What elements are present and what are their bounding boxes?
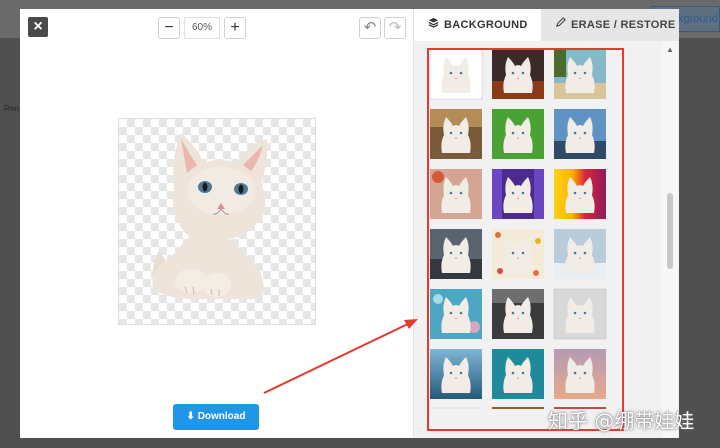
- scroll-thumb[interactable]: [667, 193, 673, 269]
- image-canvas[interactable]: [118, 118, 316, 325]
- page-side-text: Ren: [4, 104, 20, 113]
- redo-button[interactable]: ↷: [384, 17, 406, 39]
- layers-icon: [428, 9, 439, 41]
- zoom-out-button[interactable]: −: [158, 17, 180, 39]
- undo-button[interactable]: ↶: [359, 17, 381, 39]
- panel-scrollbar[interactable]: ▲: [662, 41, 678, 438]
- tab-background[interactable]: BACKGROUND: [414, 9, 541, 41]
- close-button[interactable]: ×: [28, 17, 48, 37]
- highlight-box: [427, 48, 624, 431]
- watermark-text: 知乎 @绷带娃娃: [548, 409, 695, 433]
- download-button[interactable]: ⬇ Download: [173, 404, 259, 430]
- download-icon: ⬇: [186, 411, 198, 422]
- zoom-in-button[interactable]: +: [224, 17, 246, 39]
- zoom-level: 60%: [184, 17, 220, 39]
- cat-image: [152, 133, 268, 299]
- pencil-icon: [555, 9, 566, 41]
- scroll-up-icon[interactable]: ▲: [666, 45, 674, 54]
- tab-erase-restore[interactable]: ERASE / RESTORE: [541, 9, 679, 41]
